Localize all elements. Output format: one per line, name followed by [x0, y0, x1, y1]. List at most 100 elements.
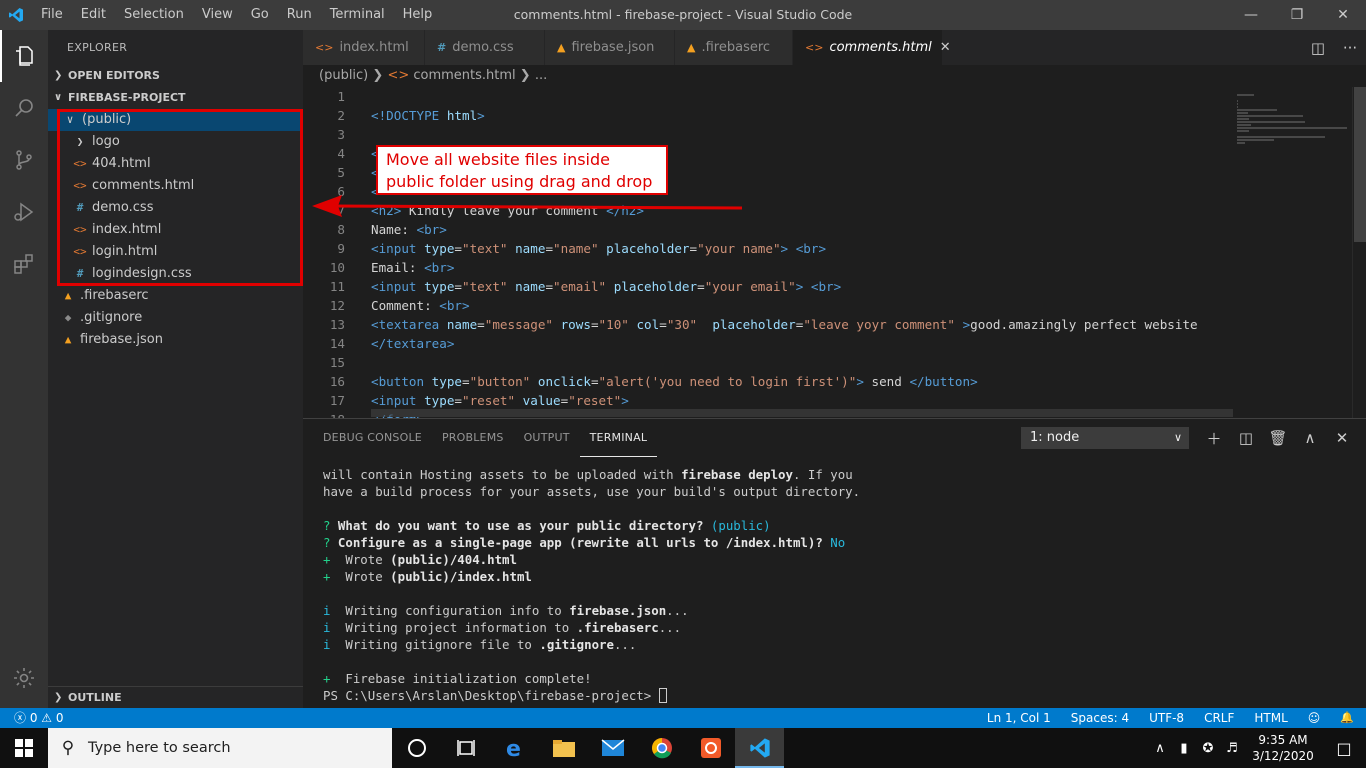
terminal-select[interactable]: 1: node ∨: [1021, 427, 1189, 449]
tree-item-public[interactable]: ∨ (public): [48, 109, 303, 131]
tab-firebaserc[interactable]: ▲ .firebaserc: [675, 30, 793, 65]
scrollbar-thumb[interactable]: [1354, 87, 1366, 242]
volume-icon[interactable]: ♬: [1220, 741, 1244, 756]
task-view-icon[interactable]: [441, 728, 490, 768]
settings-gear-icon[interactable]: [0, 656, 48, 700]
close-window-icon[interactable]: ✕: [1320, 0, 1366, 30]
menu-item-selection[interactable]: Selection: [115, 0, 193, 30]
tree-item-firebaserc[interactable]: ▲ .firebaserc: [48, 285, 303, 307]
close-tab-icon[interactable]: ✕: [940, 40, 951, 55]
maximize-panel-icon[interactable]: ∧: [1294, 429, 1326, 447]
close-panel-icon[interactable]: ✕: [1326, 429, 1358, 447]
status-item-crlf[interactable]: CRLF: [1204, 708, 1234, 728]
camera-app-icon[interactable]: [686, 728, 735, 768]
breadcrumb-more[interactable]: ...: [535, 68, 547, 83]
new-terminal-icon[interactable]: ＋: [1198, 428, 1230, 449]
horizontal-scrollbar[interactable]: [371, 409, 1233, 417]
breadcrumb-folder[interactable]: (public): [319, 68, 368, 83]
terminal-text: Writing project information to: [345, 620, 577, 635]
extensions-icon[interactable]: [0, 238, 48, 290]
vscode-taskbar-icon[interactable]: [735, 728, 784, 768]
panel-tab-output[interactable]: OUTPUT: [514, 419, 580, 457]
explorer-sidebar: EXPLORER ❯ OPEN EDITORS ∨ FIREBASE-PROJE…: [48, 30, 303, 708]
menu-item-run[interactable]: Run: [278, 0, 321, 30]
source-control-icon[interactable]: [0, 134, 48, 186]
chrome-icon[interactable]: [637, 728, 686, 768]
menu-item-view[interactable]: View: [193, 0, 242, 30]
tab-demo-css[interactable]: # demo.css: [425, 30, 545, 65]
code-editor[interactable]: 1 2 <!DOCTYPE html> 3 4 <5 <6 <7 <h2> Kindly lea…: [303, 87, 1366, 418]
tree-item-label: .firebaserc: [80, 288, 149, 303]
taskbar-search[interactable]: ⚲ Type here to search: [48, 728, 392, 768]
line-number: 5: [337, 165, 345, 180]
tree-item-login-html[interactable]: <> login.html: [48, 241, 303, 263]
code-token: send: [863, 374, 910, 389]
status-item-utf-8[interactable]: UTF-8: [1149, 708, 1184, 728]
tree-item-logindesign-css[interactable]: # logindesign.css: [48, 263, 303, 285]
code-token: =: [689, 241, 698, 256]
git-file-icon: ◆: [64, 311, 72, 324]
tree-item-firebase-json[interactable]: ▲ firebase.json: [48, 329, 303, 351]
windows-start-icon[interactable]: [0, 728, 48, 768]
split-editor-icon[interactable]: ◫: [1302, 39, 1334, 57]
tab-comments-html[interactable]: <> comments.html ✕: [793, 30, 951, 65]
file-explorer-icon[interactable]: [539, 728, 588, 768]
restore-icon[interactable]: ❐: [1274, 0, 1320, 30]
more-actions-icon[interactable]: ···: [1334, 39, 1366, 57]
tree-item-comments-html[interactable]: <> comments.html: [48, 175, 303, 197]
code-text: </textarea>: [371, 334, 454, 353]
panel-tab-debug-console[interactable]: DEBUG CONSOLE: [313, 419, 432, 457]
status-item-html[interactable]: HTML: [1254, 708, 1287, 728]
tree-item-gitignore[interactable]: ◆ .gitignore: [48, 307, 303, 329]
project-section[interactable]: ∨ FIREBASE-PROJECT: [48, 87, 303, 109]
minimap[interactable]: [1233, 87, 1353, 418]
notifications-icon[interactable]: □: [1322, 739, 1366, 758]
html-file-icon: <>: [73, 179, 87, 192]
trash-icon[interactable]: 🗑: [1262, 429, 1294, 447]
tab-firebase-json[interactable]: ▲ firebase.json: [545, 30, 675, 65]
edge-browser-icon[interactable]: e: [490, 728, 539, 768]
minimize-icon[interactable]: —: [1228, 0, 1274, 30]
menu-item-terminal[interactable]: Terminal: [321, 0, 394, 30]
open-editors-section[interactable]: ❯ OPEN EDITORS: [48, 65, 303, 87]
tree-item-label: login.html: [92, 244, 158, 259]
mail-icon[interactable]: [588, 728, 637, 768]
breadcrumb-file[interactable]: comments.html: [413, 68, 515, 83]
tree-item-index-html[interactable]: <> index.html: [48, 219, 303, 241]
panel-tab-problems[interactable]: PROBLEMS: [432, 419, 514, 457]
show-hidden-icons-icon[interactable]: ∧: [1148, 741, 1172, 756]
feedback-icon[interactable]: ☺: [1308, 708, 1321, 728]
status-item-ln-1-col-1[interactable]: Ln 1, Col 1: [987, 708, 1051, 728]
battery-icon[interactable]: ▮: [1172, 741, 1196, 756]
search-icon[interactable]: [0, 82, 48, 134]
run-debug-icon[interactable]: [0, 186, 48, 238]
code-token: "reset": [462, 393, 516, 408]
menu-item-file[interactable]: File: [32, 0, 72, 30]
wifi-icon[interactable]: ✪: [1196, 741, 1220, 756]
tree-item-demo-css[interactable]: # demo.css: [48, 197, 303, 219]
vertical-scrollbar[interactable]: [1352, 87, 1366, 418]
code-token: </button>: [909, 374, 978, 389]
menu-item-help[interactable]: Help: [394, 0, 442, 30]
terminal-text: will contain Hosting assets to be upload…: [323, 467, 682, 482]
notification-bell-icon[interactable]: 🔔: [1340, 708, 1354, 728]
code-token: Name:: [371, 222, 417, 237]
tree-item-logo[interactable]: ❯ logo: [48, 131, 303, 153]
tree-item-404-html[interactable]: <> 404.html: [48, 153, 303, 175]
terminal-output[interactable]: will contain Hosting assets to be upload…: [323, 466, 860, 704]
split-terminal-icon[interactable]: ◫: [1230, 429, 1262, 447]
tab-index-html[interactable]: <> index.html: [303, 30, 425, 65]
outline-section[interactable]: ❯ OUTLINE: [48, 686, 303, 708]
problems-indicator[interactable]: ⓧ 0 ⚠ 0: [14, 708, 63, 728]
terminal-text: (public)/404.html: [390, 552, 517, 567]
cortana-icon[interactable]: [392, 728, 441, 768]
clock[interactable]: 9:35 AM 3/12/2020: [1244, 732, 1322, 764]
panel-tab-terminal[interactable]: TERMINAL: [579, 419, 658, 457]
status-item-spaces-4[interactable]: Spaces: 4: [1071, 708, 1129, 728]
code-line: 8 Name: <br>: [303, 220, 1233, 239]
menu-item-go[interactable]: Go: [242, 0, 278, 30]
menu-item-edit[interactable]: Edit: [72, 0, 115, 30]
explorer-icon[interactable]: [0, 30, 48, 82]
code-token: name: [446, 317, 478, 332]
